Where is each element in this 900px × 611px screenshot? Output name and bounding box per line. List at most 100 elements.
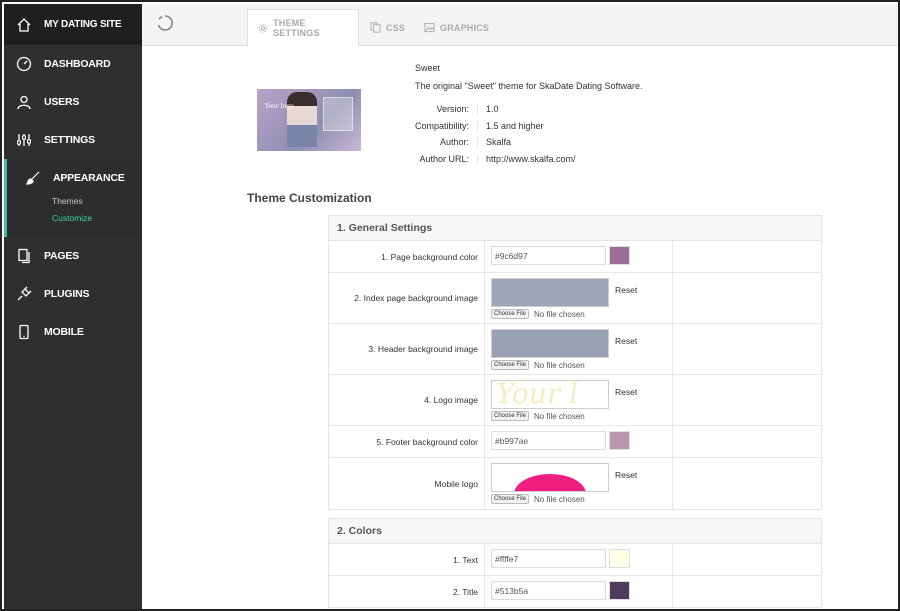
file-status: No file chosen	[534, 494, 585, 504]
sidebar-subitem-customize[interactable]: Customize	[52, 210, 142, 227]
theme-info-table: Version: 1.0 Compatibility: 1.5 and higher…	[415, 101, 576, 167]
mobile-logo-preview	[491, 463, 609, 492]
setting-row: 4. Logo image Your l Reset Choose File No…	[329, 375, 821, 426]
site-home-link[interactable]: MY DATING SITE	[4, 4, 142, 45]
setting-label: 5. Footer background color	[329, 426, 485, 457]
tab-graphics[interactable]: GRAPHICS	[424, 9, 489, 46]
colors-panel: 2. Colors 1. Text #ffffe7 2. Title #513b…	[328, 518, 822, 608]
user-icon	[17, 95, 31, 110]
tab-label: GRAPHICS	[440, 22, 490, 33]
mobile-icon	[19, 324, 29, 340]
sidebar-item-pages[interactable]: PAGES	[4, 237, 142, 275]
setting-row: 2. Index page background image Reset Cho…	[329, 273, 821, 324]
setting-row: 1. Text #ffffe7	[329, 544, 821, 576]
page-bg-color-input[interactable]: #9c6d97	[491, 246, 606, 265]
reset-link[interactable]: Reset	[615, 387, 637, 397]
setting-label: 1. Page background color	[329, 241, 485, 272]
choose-file-button[interactable]: Choose File	[491, 360, 530, 370]
gauge-icon	[16, 56, 32, 72]
setting-row: 1. Page background color #9c6d97	[329, 241, 821, 273]
plug-icon	[17, 286, 32, 301]
title-color-swatch[interactable]	[609, 581, 630, 600]
setting-label: 1. Text	[329, 544, 485, 575]
gear-icon	[258, 23, 268, 33]
sidebar-item-mobile[interactable]: MOBILE	[4, 313, 142, 351]
sidebar-item-label: APPEARANCE	[53, 172, 125, 184]
setting-row: 2. Title #513b5a	[329, 576, 821, 608]
reset-link[interactable]: Reset	[615, 285, 637, 295]
refresh-icon[interactable]	[156, 14, 174, 32]
choose-file-button[interactable]: Choose File	[491, 309, 530, 319]
sliders-icon	[17, 134, 31, 146]
setting-row: 5. Footer background color #b997ae	[329, 426, 821, 458]
sidebar-item-label: DASHBOARD	[44, 58, 111, 70]
sidebar-item-label: PAGES	[44, 250, 79, 262]
title-color-input[interactable]: #513b5a	[491, 581, 606, 600]
main-content: Your logo Sweet The original "Sweet" the…	[142, 46, 898, 609]
panel-title: 1. General Settings	[329, 216, 821, 241]
theme-preview-image: Your logo	[257, 89, 361, 151]
theme-description: The original "Sweet" theme for SkaDate D…	[415, 81, 643, 91]
sidebar-item-users[interactable]: USERS	[4, 83, 142, 121]
tab-theme-settings[interactable]: THEME SETTINGS	[247, 9, 359, 46]
sidebar-item-settings[interactable]: SETTINGS	[4, 121, 142, 159]
tab-label: CSS	[386, 22, 406, 33]
sidebar-item-label: PLUGINS	[44, 288, 90, 300]
sidebar: MY DATING SITE DASHBOARD USERS SETTINGS …	[4, 4, 142, 609]
home-icon	[17, 17, 31, 32]
reset-link[interactable]: Reset	[615, 336, 637, 346]
file-status: No file chosen	[534, 360, 585, 370]
sidebar-item-label: USERS	[44, 96, 80, 108]
general-settings-panel: 1. General Settings 1. Page background c…	[328, 215, 822, 510]
setting-label: 2. Index page background image	[329, 273, 485, 323]
pages-icon	[18, 248, 30, 264]
setting-label: 3. Header background image	[329, 324, 485, 374]
copy-icon	[370, 22, 381, 33]
info-value: Skalfa	[486, 137, 512, 148]
file-status: No file chosen	[534, 411, 585, 421]
top-bar: THEME SETTINGS CSS GRAPHICS	[142, 4, 898, 46]
choose-file-button[interactable]: Choose File	[491, 494, 530, 504]
app-window: MY DATING SITE DASHBOARD USERS SETTINGS …	[0, 0, 900, 611]
info-key: Author:	[415, 137, 478, 148]
sidebar-item-label: SETTINGS	[44, 134, 95, 146]
sidebar-item-label: MOBILE	[44, 326, 84, 338]
footer-bg-color-input[interactable]: #b997ae	[491, 431, 606, 450]
setting-row: 3. Header background image Reset Choose …	[329, 324, 821, 375]
text-color-input[interactable]: #ffffe7	[491, 549, 606, 568]
tab-css[interactable]: CSS	[370, 9, 405, 46]
info-key: Author URL:	[415, 153, 478, 164]
preview-person	[287, 92, 317, 147]
info-url-link[interactable]: http://www.skalfa.com/	[478, 154, 576, 164]
preview-logo: Your logo	[265, 103, 294, 110]
reset-link[interactable]: Reset	[615, 470, 637, 480]
info-value: 1.5 and higher	[486, 120, 544, 131]
info-key: Version:	[415, 104, 478, 115]
site-title: MY DATING SITE	[44, 19, 122, 30]
setting-label: 2. Title	[329, 576, 485, 607]
sidebar-item-plugins[interactable]: PLUGINS	[4, 275, 142, 313]
section-title: Theme Customization	[247, 191, 372, 205]
footer-bg-color-swatch[interactable]	[609, 431, 630, 450]
setting-row: Mobile logo Reset Choose File No file cho…	[329, 458, 821, 509]
panel-title: 2. Colors	[329, 519, 821, 544]
sidebar-item-appearance[interactable]: APPEARANCE	[16, 159, 142, 197]
info-value: 1.0	[486, 104, 499, 115]
setting-label: Mobile logo	[329, 458, 485, 509]
preview-form	[323, 97, 353, 131]
image-icon	[424, 22, 435, 33]
brush-icon	[26, 171, 40, 185]
text-color-swatch[interactable]	[609, 549, 630, 568]
index-bg-preview	[491, 278, 609, 307]
sidebar-subitem-themes[interactable]: Themes	[52, 193, 142, 210]
logo-preview: Your l	[491, 380, 609, 409]
page-bg-color-swatch[interactable]	[609, 246, 630, 265]
tab-label: THEME SETTINGS	[273, 18, 320, 38]
setting-label: 4. Logo image	[329, 375, 485, 425]
theme-name: Sweet	[415, 63, 441, 73]
sidebar-group-appearance: APPEARANCE Themes Customize	[4, 159, 142, 237]
file-status: No file chosen	[534, 309, 585, 319]
choose-file-button[interactable]: Choose File	[491, 411, 530, 421]
sidebar-item-dashboard[interactable]: DASHBOARD	[4, 45, 142, 83]
info-key: Compatibility:	[415, 120, 478, 131]
